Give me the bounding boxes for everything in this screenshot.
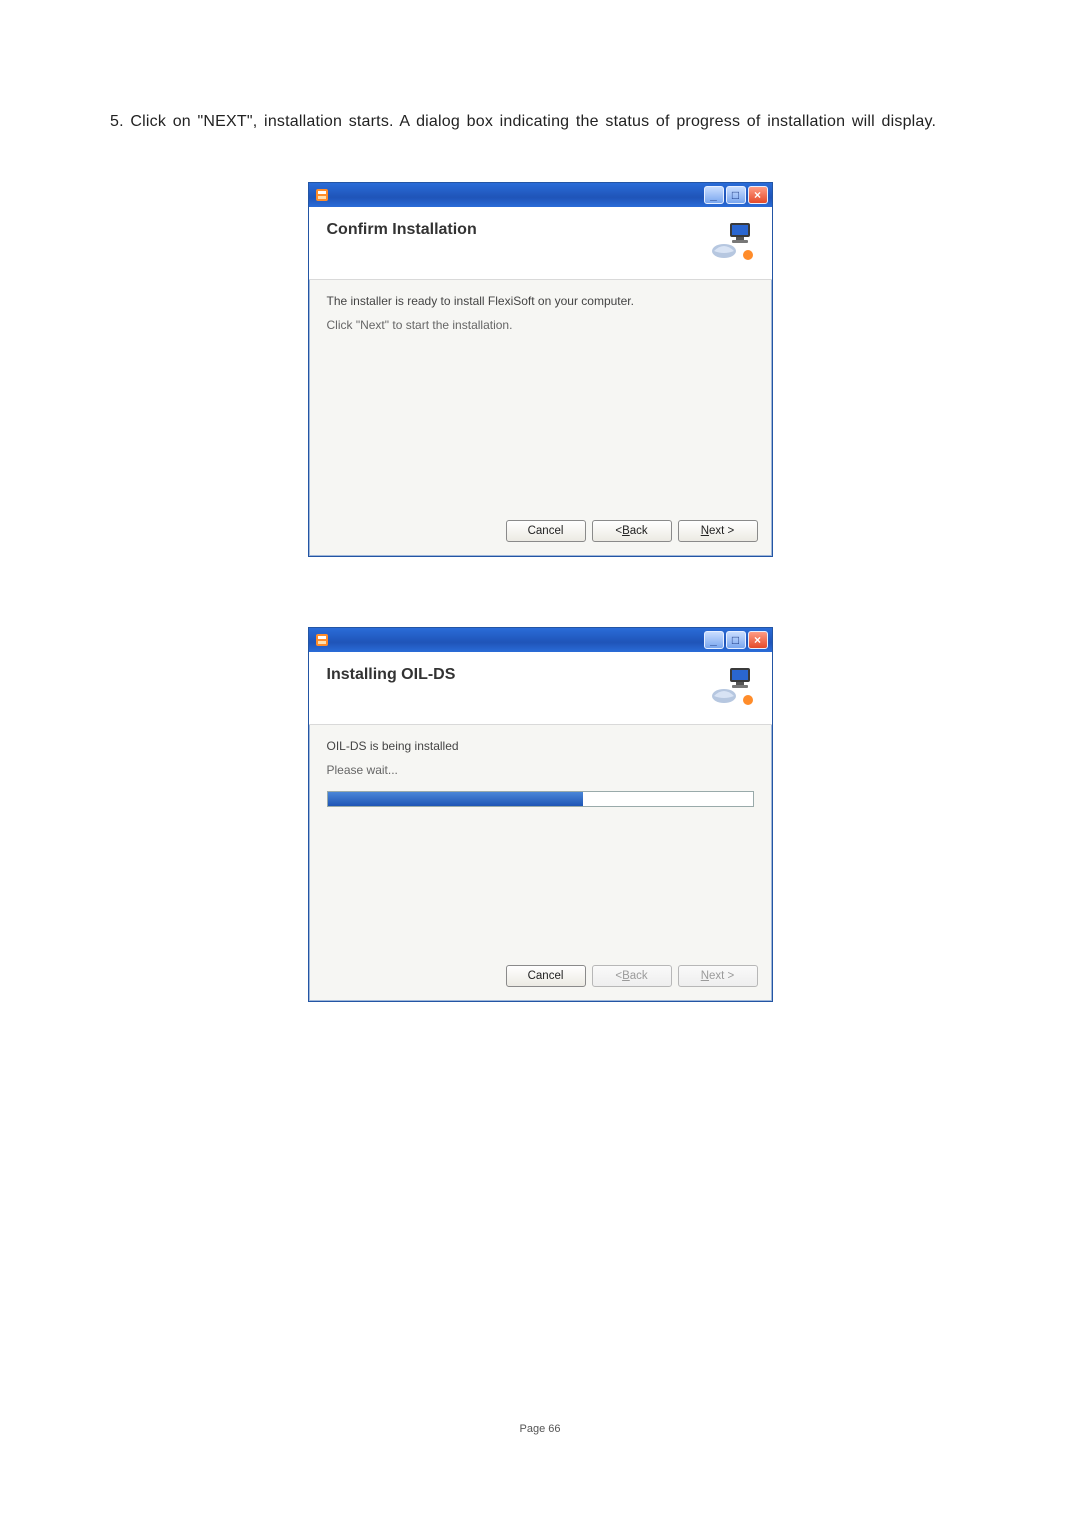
body-line-2: Please wait...	[327, 763, 754, 777]
cancel-button[interactable]: Cancel	[506, 520, 586, 542]
computer-icon	[710, 221, 756, 261]
dialog-header-banner: Installing OIL-DS	[309, 652, 772, 725]
maximize-icon: □	[732, 189, 739, 201]
close-button[interactable]: ×	[748, 631, 768, 649]
page-number: Page 66	[0, 1423, 1080, 1435]
minimize-button[interactable]: _	[704, 631, 724, 649]
body-line-1: OIL-DS is being installed	[327, 739, 754, 753]
next-mnemonic: N	[701, 970, 709, 982]
close-icon: ×	[754, 634, 761, 646]
minimize-button[interactable]: _	[704, 186, 724, 204]
titlebar-left	[315, 188, 337, 202]
computer-icon	[710, 666, 756, 706]
window-controls: _ □ ×	[704, 186, 768, 204]
progress-bar	[327, 791, 754, 807]
titlebar-left	[315, 633, 337, 647]
titlebar: _ □ ×	[309, 183, 772, 207]
maximize-button[interactable]: □	[726, 186, 746, 204]
back-mnemonic: B	[622, 970, 630, 982]
dialog-heading: Confirm Installation	[327, 221, 477, 239]
back-suffix: ack	[630, 970, 648, 982]
dialog-installing: _ □ × Installing OIL-DS	[308, 627, 773, 1002]
next-button: Next >	[678, 965, 758, 987]
progress-fill	[328, 792, 583, 806]
dialog-footer: Cancel < Back Next >	[309, 955, 772, 1001]
back-button: < Back	[592, 965, 672, 987]
close-button[interactable]: ×	[748, 186, 768, 204]
next-suffix: ext >	[709, 525, 734, 537]
dialog-body: OIL-DS is being installed Please wait...	[309, 725, 772, 955]
cancel-button[interactable]: Cancel	[506, 965, 586, 987]
dialog-installing-wrap: _ □ × Installing OIL-DS	[110, 627, 970, 1002]
minimize-icon: _	[710, 634, 717, 646]
titlebar-title	[333, 189, 337, 201]
back-prefix: <	[615, 970, 622, 982]
titlebar: _ □ ×	[309, 628, 772, 652]
installer-app-icon	[315, 188, 329, 202]
window-controls: _ □ ×	[704, 631, 768, 649]
maximize-button[interactable]: □	[726, 631, 746, 649]
minimize-icon: _	[710, 189, 717, 201]
back-mnemonic: B	[622, 525, 630, 537]
next-mnemonic: N	[701, 525, 709, 537]
instruction-step-5: 5. Click on "NEXT", installation starts.…	[110, 110, 970, 134]
dialog-heading: Installing OIL-DS	[327, 666, 456, 684]
titlebar-title	[333, 634, 337, 646]
next-button[interactable]: Next >	[678, 520, 758, 542]
maximize-icon: □	[732, 634, 739, 646]
installer-app-icon	[315, 633, 329, 647]
body-line-1: The installer is ready to install FlexiS…	[327, 294, 754, 308]
document-page: 5. Click on "NEXT", installation starts.…	[0, 0, 1080, 1525]
body-line-2: Click "Next" to start the installation.	[327, 318, 754, 332]
dialog-header-banner: Confirm Installation	[309, 207, 772, 280]
dialog-body: The installer is ready to install FlexiS…	[309, 280, 772, 510]
back-suffix: ack	[630, 525, 648, 537]
back-prefix: <	[615, 525, 622, 537]
dialog-confirm-installation: _ □ × Confirm Installation	[308, 182, 773, 557]
dialog-footer: Cancel < Back Next >	[309, 510, 772, 556]
dialog-confirm-wrap: _ □ × Confirm Installation	[110, 182, 970, 557]
next-suffix: ext >	[709, 970, 734, 982]
close-icon: ×	[754, 189, 761, 201]
back-button[interactable]: < Back	[592, 520, 672, 542]
